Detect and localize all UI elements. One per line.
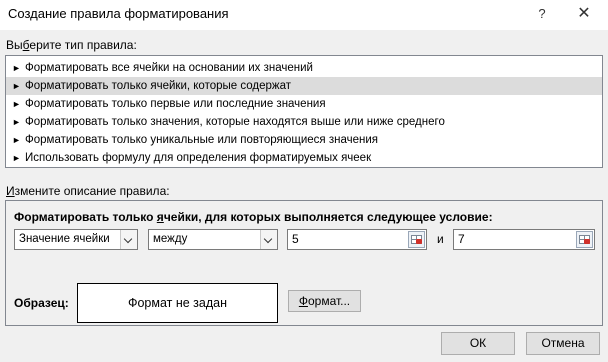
arrow-right-icon: ►	[12, 153, 21, 163]
rule-type-list[interactable]: ► Форматировать все ячейки на основании …	[5, 55, 603, 168]
arrow-right-icon: ►	[12, 117, 21, 127]
cell-value-select[interactable]: Значение ячейки	[14, 229, 138, 250]
help-button[interactable]: ?	[532, 4, 552, 24]
format-button[interactable]: Формат...	[288, 290, 361, 312]
range-select-icon[interactable]	[408, 231, 425, 248]
arrow-right-icon: ►	[12, 81, 21, 91]
close-button[interactable]: ✕	[570, 3, 598, 25]
title-bar: Создание правила форматирования ? ✕	[0, 0, 608, 30]
value1-input[interactable]: 5	[287, 229, 427, 250]
chevron-down-icon[interactable]	[120, 230, 137, 249]
and-label: и	[437, 232, 444, 246]
chevron-down-icon[interactable]	[260, 230, 277, 249]
arrow-right-icon: ►	[12, 99, 21, 109]
arrow-right-icon: ►	[12, 135, 21, 145]
cancel-button[interactable]: Отмена	[526, 332, 600, 355]
rule-description-panel: Форматировать только ячейки, для которых…	[5, 200, 603, 326]
rule-type-item[interactable]: ► Форматировать только первые или послед…	[6, 95, 602, 113]
rule-type-item[interactable]: ► Форматировать только уникальные или по…	[6, 131, 602, 149]
sample-label: Образец:	[14, 296, 69, 310]
rule-type-item[interactable]: ► Форматировать все ячейки на основании …	[6, 59, 602, 77]
rule-type-label: Выберите тип правила:	[6, 38, 137, 52]
arrow-right-icon: ►	[12, 63, 21, 73]
format-preview: Формат не задан	[77, 283, 278, 323]
rule-type-item[interactable]: ► Использовать формулу для определения ф…	[6, 149, 602, 167]
condition-heading: Форматировать только ячейки, для которых…	[14, 210, 493, 224]
ok-button[interactable]: ОК	[441, 332, 515, 355]
value2-input[interactable]: 7	[453, 229, 595, 250]
range-select-icon[interactable]	[576, 231, 593, 248]
dialog-title: Создание правила форматирования	[8, 6, 229, 21]
rule-description-label: Измените описание правила:	[6, 184, 170, 198]
operator-select[interactable]: между	[148, 229, 278, 250]
rule-type-item[interactable]: ► Форматировать только значения, которые…	[6, 113, 602, 131]
rule-type-item[interactable]: ► Форматировать только ячейки, которые с…	[6, 77, 602, 95]
